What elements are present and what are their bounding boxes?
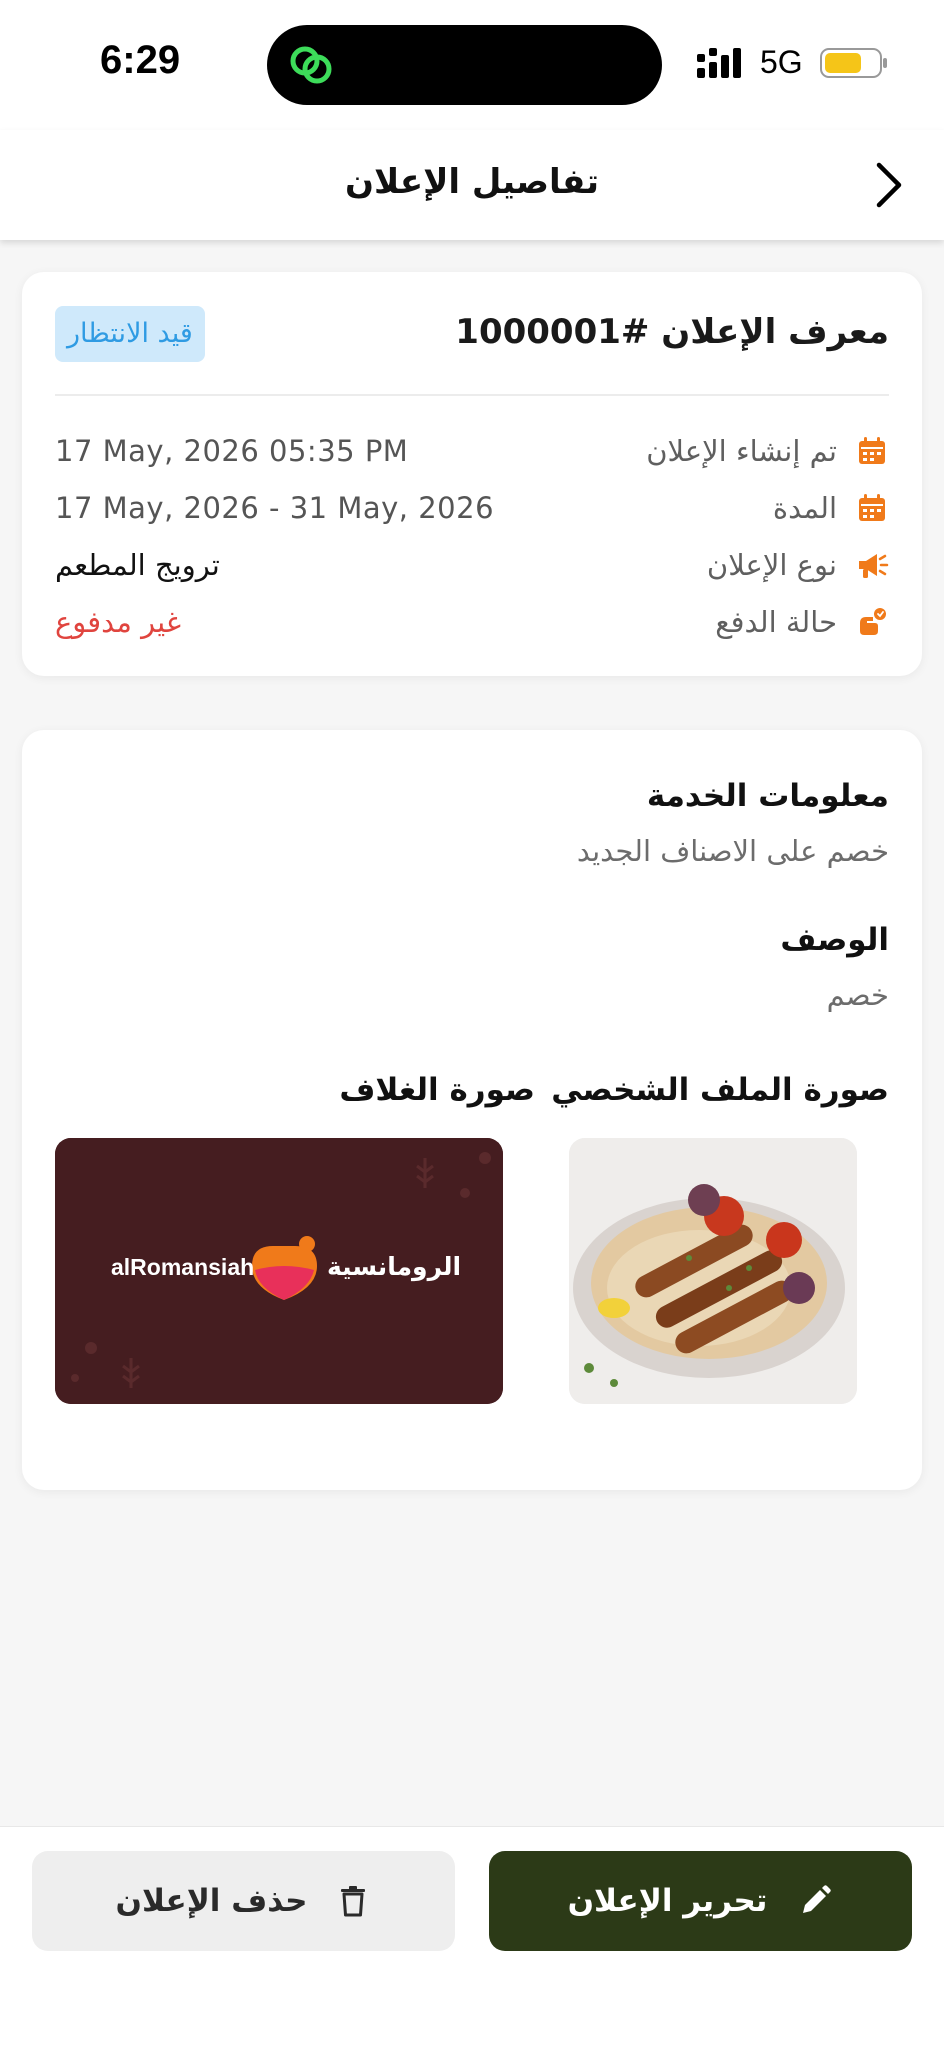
description-text: خصم	[826, 978, 889, 1012]
info-row-duration: المدة 17 May, 2026 - 31 May, 2026	[55, 487, 889, 533]
description-title: الوصف	[780, 922, 889, 958]
battery-icon	[820, 48, 887, 78]
status-time: 6:29	[100, 38, 181, 82]
edit-ad-label: تحرير الإعلان	[567, 1883, 768, 1919]
bottom-action-bar: تحرير الإعلان حذف الإعلان	[0, 1826, 944, 2048]
divider	[55, 394, 889, 396]
link-app-icon	[290, 46, 332, 84]
trash-icon	[341, 1886, 366, 1917]
service-info-text: خصم على الاصناف الجديد	[576, 834, 889, 868]
megaphone-icon	[859, 554, 889, 578]
chevron-right-icon	[876, 162, 902, 208]
status-bar: 6:29 5G	[0, 0, 944, 130]
delete-ad-button[interactable]: حذف الإعلان	[32, 1851, 455, 1951]
dynamic-island	[267, 25, 662, 105]
info-row-ad-type: نوع الإعلان ترويج المطعم	[55, 544, 889, 590]
created-label: تم إنشاء الإعلان	[646, 434, 837, 468]
delete-ad-label: حذف الإعلان	[115, 1883, 308, 1919]
ad-id-label: معرف الإعلان #1000001	[455, 312, 889, 352]
back-button[interactable]	[864, 158, 914, 212]
signal-icon	[697, 48, 741, 78]
info-row-created: تم إنشاء الإعلان 17 May, 2026 05:35 PM	[55, 430, 889, 476]
ad-type-label: نوع الإعلان	[706, 548, 837, 582]
profile-image-title: صورة الملف الشخصي	[551, 1072, 889, 1108]
ad-details-card: معلومات الخدمة خصم على الاصناف الجديد ال…	[22, 730, 922, 1490]
edit-ad-button[interactable]: تحرير الإعلان	[489, 1851, 912, 1951]
cover-brand-latin: alRomansiah	[111, 1254, 255, 1280]
app-header: تفاصيل الإعلان	[0, 130, 944, 240]
created-value: 17 May, 2026 05:35 PM	[55, 434, 409, 468]
kebab-plate-image	[569, 1138, 857, 1404]
page-title: تفاصيل الإعلان	[345, 162, 599, 202]
payment-value: غير مدفوع	[55, 605, 182, 639]
status-badge: قيد الانتظار	[55, 306, 205, 362]
cover-image[interactable]: alRomansiah الرومانسية	[55, 1138, 503, 1404]
calendar-icon	[859, 494, 885, 521]
cover-brand-arabic: الرومانسية	[327, 1252, 462, 1281]
payment-label: حالة الدفع	[715, 605, 837, 639]
cover-image-title: صورة الغلاف	[339, 1072, 535, 1108]
info-row-payment: حالة الدفع غير مدفوع	[55, 601, 889, 647]
duration-value: 17 May, 2026 - 31 May, 2026	[55, 491, 495, 525]
pencil-icon	[803, 1885, 832, 1913]
ad-summary-card: معرف الإعلان #1000001 قيد الانتظار تم إن…	[22, 272, 922, 676]
network-type: 5G	[760, 44, 803, 80]
payment-icon	[860, 608, 886, 635]
calendar-icon	[859, 437, 885, 464]
profile-image[interactable]	[569, 1138, 857, 1404]
ad-type-value: ترويج المطعم	[55, 548, 220, 582]
service-info-title: معلومات الخدمة	[646, 778, 889, 814]
duration-label: المدة	[772, 491, 837, 525]
